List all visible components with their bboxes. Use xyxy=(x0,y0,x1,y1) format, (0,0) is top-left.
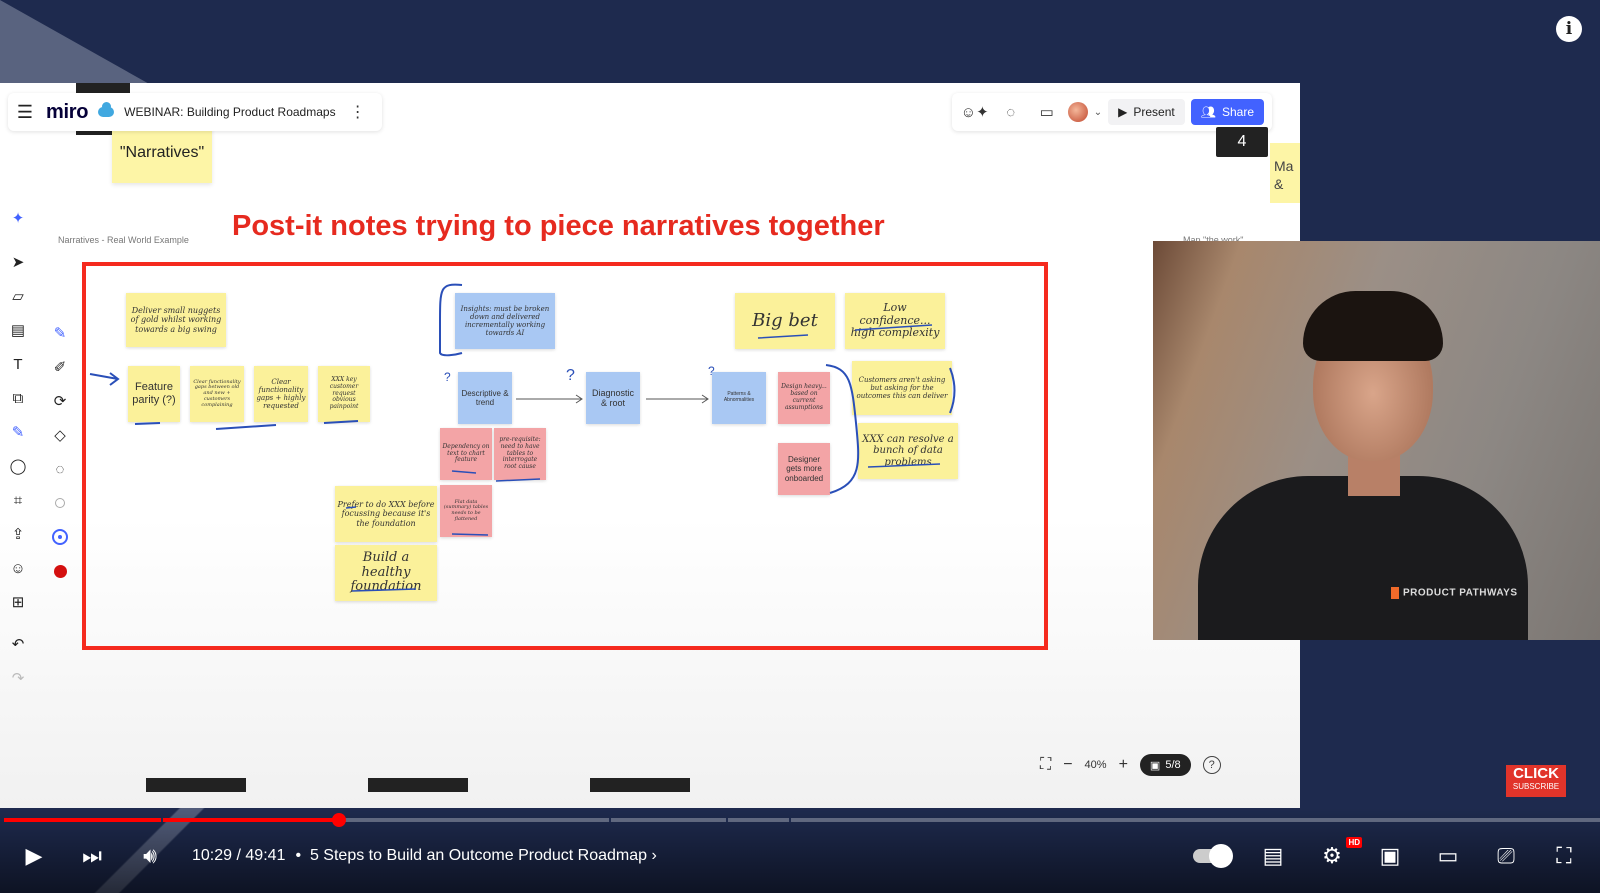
chapter-title: 5 Steps to Build an Outcome Product Road… xyxy=(309,847,648,864)
settings-gear-icon[interactable]: ⚙ HD xyxy=(1310,837,1362,869)
subscribe-small-text: SUBSCRIBE xyxy=(1512,782,1560,791)
fit-screen-icon[interactable]: ⛶ xyxy=(1040,756,1051,774)
pen-subtoolbar: ✎ ✐ ⟳ ◇ ◌ xyxy=(46,316,76,588)
pages-button[interactable]: ▣ 5/8 xyxy=(1139,754,1191,776)
pen-icon[interactable]: ✎ xyxy=(46,316,74,350)
add-more-icon[interactable]: ⊞ xyxy=(4,585,32,619)
volume-icon[interactable]: 🔊︎ xyxy=(130,843,170,869)
frame-tool-icon[interactable]: ⌗ xyxy=(4,483,32,517)
chevron-right-icon: › xyxy=(651,847,657,864)
autoplay-toggle[interactable] xyxy=(1186,844,1236,868)
sticky-note-tool-icon[interactable]: ▱ xyxy=(4,279,32,313)
current-time: 10:29 xyxy=(192,847,233,864)
subscribe-big-text: CLICK xyxy=(1513,765,1559,782)
smart-drawing-icon[interactable]: ⟳ xyxy=(46,384,74,418)
next-icon[interactable]: ⏭ xyxy=(72,843,112,869)
miro-toolbar: ✦ ➤ ▱ ▤ T ⧉ ✎ ◯ ⌗ ⇪ ☺ ⊞ ↶ ↷ xyxy=(4,201,34,695)
theater-mode-icon[interactable]: ▭ xyxy=(1426,843,1470,869)
miro-board-window: "Narratives" ☰ miro WEBINAR: Building Pr… xyxy=(0,83,1300,808)
scrubber-handle[interactable] xyxy=(332,813,347,827)
play-icon[interactable]: ▶ xyxy=(14,843,54,869)
pages-count: 5/8 xyxy=(1165,759,1181,771)
redaction-bar xyxy=(368,778,468,792)
redaction-bar xyxy=(146,778,246,792)
chapter-button[interactable]: • 5 Steps to Build an Outcome Product Ro… xyxy=(295,847,656,865)
background-shape xyxy=(0,0,160,90)
zoom-out-button[interactable]: − xyxy=(1063,756,1072,774)
upload-icon[interactable]: ⇪ xyxy=(4,517,32,551)
hd-badge: HD xyxy=(1346,837,1362,848)
shapes-icon[interactable]: ⧉ xyxy=(4,381,32,415)
chapter-marker xyxy=(609,818,611,822)
color-red-swatch[interactable] xyxy=(46,554,74,588)
chapter-marker xyxy=(726,818,728,822)
apps-icon[interactable]: ☺ xyxy=(4,551,32,585)
controls-row: ▶ ⏭ 🔊︎ 10:29 / 49:41 • 5 Steps to Build … xyxy=(0,834,1600,878)
select-cursor-icon[interactable]: ➤ xyxy=(4,245,32,279)
pen-tool-icon[interactable]: ✎ xyxy=(4,415,32,449)
player-controls: ▶ ⏭ 🔊︎ 10:29 / 49:41 • 5 Steps to Build … xyxy=(0,808,1600,893)
zoom-level[interactable]: 40% xyxy=(1085,759,1107,771)
highlighter-icon[interactable]: ✐ xyxy=(46,350,74,384)
duration: 49:41 xyxy=(245,847,286,864)
progress-played xyxy=(4,818,340,822)
chapter-bullet: • xyxy=(295,847,302,864)
time-separator: / xyxy=(236,847,241,864)
ai-sparkle-icon[interactable]: ✦ xyxy=(4,201,32,235)
eraser-icon[interactable]: ◇ xyxy=(46,418,74,452)
time-display: 10:29 / 49:41 xyxy=(192,847,285,865)
presenter-hair xyxy=(1303,291,1443,361)
chapter-marker xyxy=(789,818,791,822)
stroke-size-small[interactable] xyxy=(46,486,74,520)
frames-icon: ▣ xyxy=(1149,759,1161,772)
shirt-logo: PRODUCT PATHWAYS xyxy=(1391,587,1518,599)
presenter-shirt xyxy=(1198,476,1528,640)
stroke-size-selected[interactable] xyxy=(46,520,74,554)
undo-icon[interactable]: ↶ xyxy=(4,627,32,661)
progress-bar[interactable] xyxy=(4,813,1600,827)
zoom-controls: ⛶ − 40% + ▣ 5/8 ? xyxy=(1040,748,1221,782)
miniplayer-icon[interactable]: ▣ xyxy=(1368,843,1412,869)
info-button[interactable]: i xyxy=(1556,16,1582,42)
highlight-box xyxy=(82,262,1048,650)
redo-icon[interactable]: ↷ xyxy=(4,661,32,695)
fullscreen-icon[interactable]: ⛶ xyxy=(1542,843,1586,869)
airplay-icon[interactable]: ⎚ xyxy=(1484,843,1528,869)
chapter-marker xyxy=(161,818,163,822)
template-icon[interactable]: ▤ xyxy=(4,313,32,347)
redaction-bar xyxy=(590,778,690,792)
text-tool-icon[interactable]: T xyxy=(4,347,32,381)
comment-tool-icon[interactable]: ◯ xyxy=(4,449,32,483)
lasso-icon[interactable]: ◌ xyxy=(46,452,74,486)
zoom-in-button[interactable]: + xyxy=(1119,756,1128,774)
subtitles-icon[interactable]: ▤ xyxy=(1248,843,1298,869)
webcam-feed: PRODUCT PATHWAYS xyxy=(1153,241,1600,640)
help-icon[interactable]: ? xyxy=(1202,756,1221,774)
